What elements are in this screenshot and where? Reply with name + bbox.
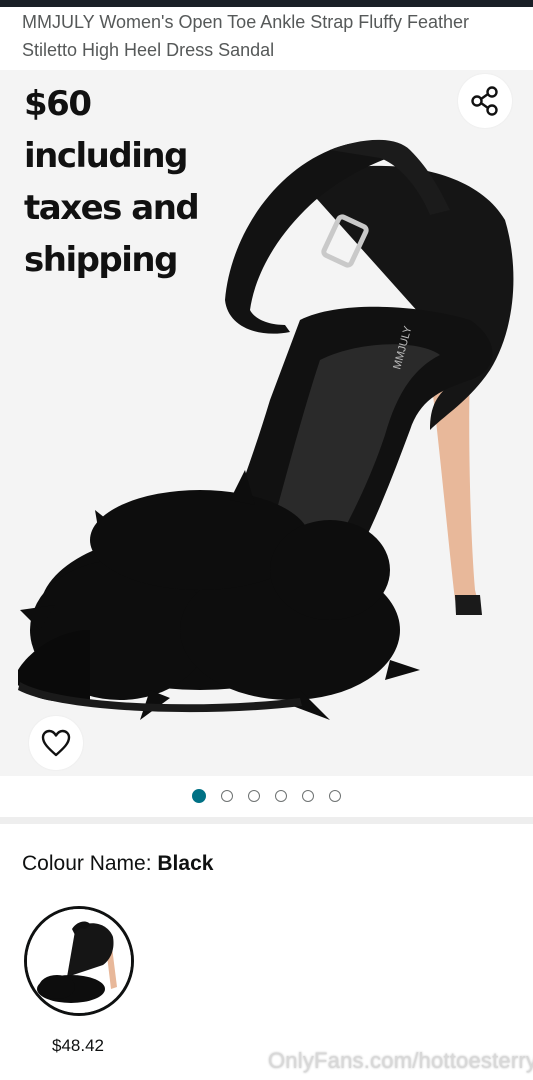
pagination-dot-6[interactable] <box>329 790 341 802</box>
share-button[interactable] <box>458 74 512 128</box>
colour-name-label: Colour Name: Black <box>22 852 213 876</box>
pagination-dot-3[interactable] <box>248 790 260 802</box>
pagination-dot-1[interactable] <box>192 789 206 803</box>
colour-selected-value: Black <box>157 852 214 875</box>
pagination-dot-4[interactable] <box>275 790 287 802</box>
share-icon <box>471 86 498 116</box>
image-pagination-dots[interactable] <box>0 786 533 806</box>
swatch-thumbnail <box>27 909 131 1013</box>
product-title[interactable]: MMJULY Women's Open Toe Ankle Strap Fluf… <box>22 8 512 64</box>
heart-outline-icon <box>41 729 71 757</box>
status-bar-strip <box>0 0 533 7</box>
swatch-price: $48.42 <box>52 1036 104 1055</box>
pagination-dot-2[interactable] <box>221 790 233 802</box>
pagination-dot-5[interactable] <box>302 790 314 802</box>
wishlist-button[interactable] <box>29 716 83 770</box>
colour-label-text: Colour Name: <box>22 852 158 875</box>
watermark-text: OnlyFans.com/hottoesterry <box>268 1048 533 1073</box>
colour-swatch-black[interactable] <box>24 906 134 1016</box>
product-image-gallery[interactable]: MMJULY $60 including taxes and shipping <box>0 70 533 776</box>
price-overlay-text: $60 including taxes and shipping <box>24 84 200 280</box>
section-divider <box>0 817 533 824</box>
